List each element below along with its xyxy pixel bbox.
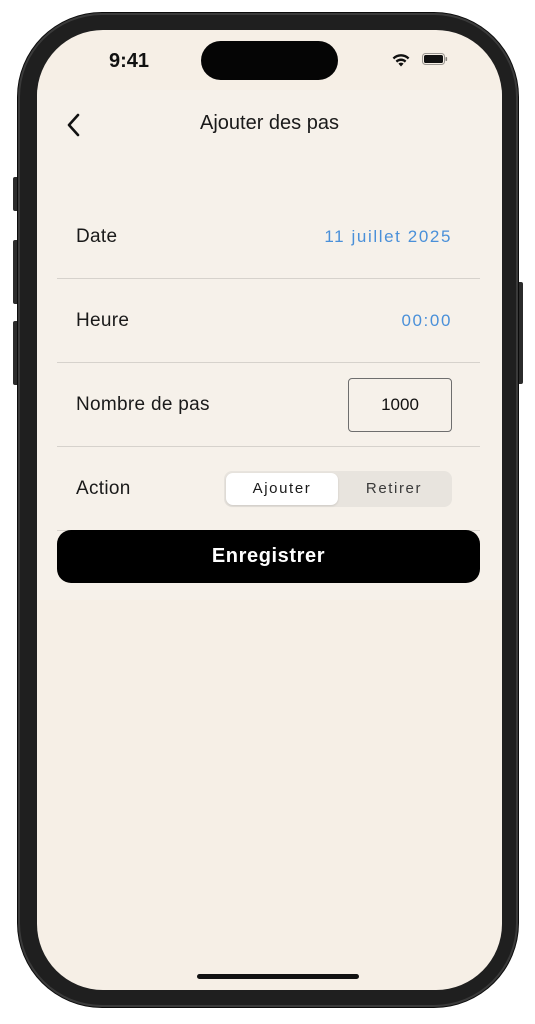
time-label: Heure: [76, 309, 130, 331]
main-content: Ajouter des pas Date 11 juillet 2025 Heu…: [37, 90, 502, 600]
phone-screen: 9:41 Ajouter des pas Date 11 juillet 202…: [37, 30, 502, 990]
home-indicator: [197, 974, 359, 979]
steps-row: Nombre de pas: [57, 363, 480, 447]
date-row: Date 11 juillet 2025: [57, 195, 480, 279]
time-picker[interactable]: 00:00: [401, 311, 452, 331]
wifi-icon: [392, 54, 410, 67]
save-button[interactable]: Enregistrer: [57, 530, 480, 583]
action-label: Action: [76, 477, 131, 499]
status-time: 9:41: [109, 50, 150, 72]
date-label: Date: [76, 225, 118, 247]
action-row: Action Ajouter Retirer: [57, 447, 480, 531]
date-picker[interactable]: 11 juillet 2025: [324, 227, 452, 247]
steps-input[interactable]: [348, 377, 452, 432]
time-row: Heure 00:00: [57, 279, 480, 363]
segment-remove[interactable]: Retirer: [338, 473, 450, 505]
segment-add[interactable]: Ajouter: [226, 472, 338, 505]
steps-label: Nombre de pas: [76, 393, 210, 415]
dynamic-island: [201, 41, 338, 80]
action-segmented-control: Ajouter Retirer: [224, 470, 452, 507]
nav-bar: Ajouter des pas: [37, 90, 502, 160]
page-title: Ajouter des pas: [200, 112, 339, 134]
status-bar: 9:41: [37, 30, 502, 90]
battery-icon: [422, 53, 448, 65]
